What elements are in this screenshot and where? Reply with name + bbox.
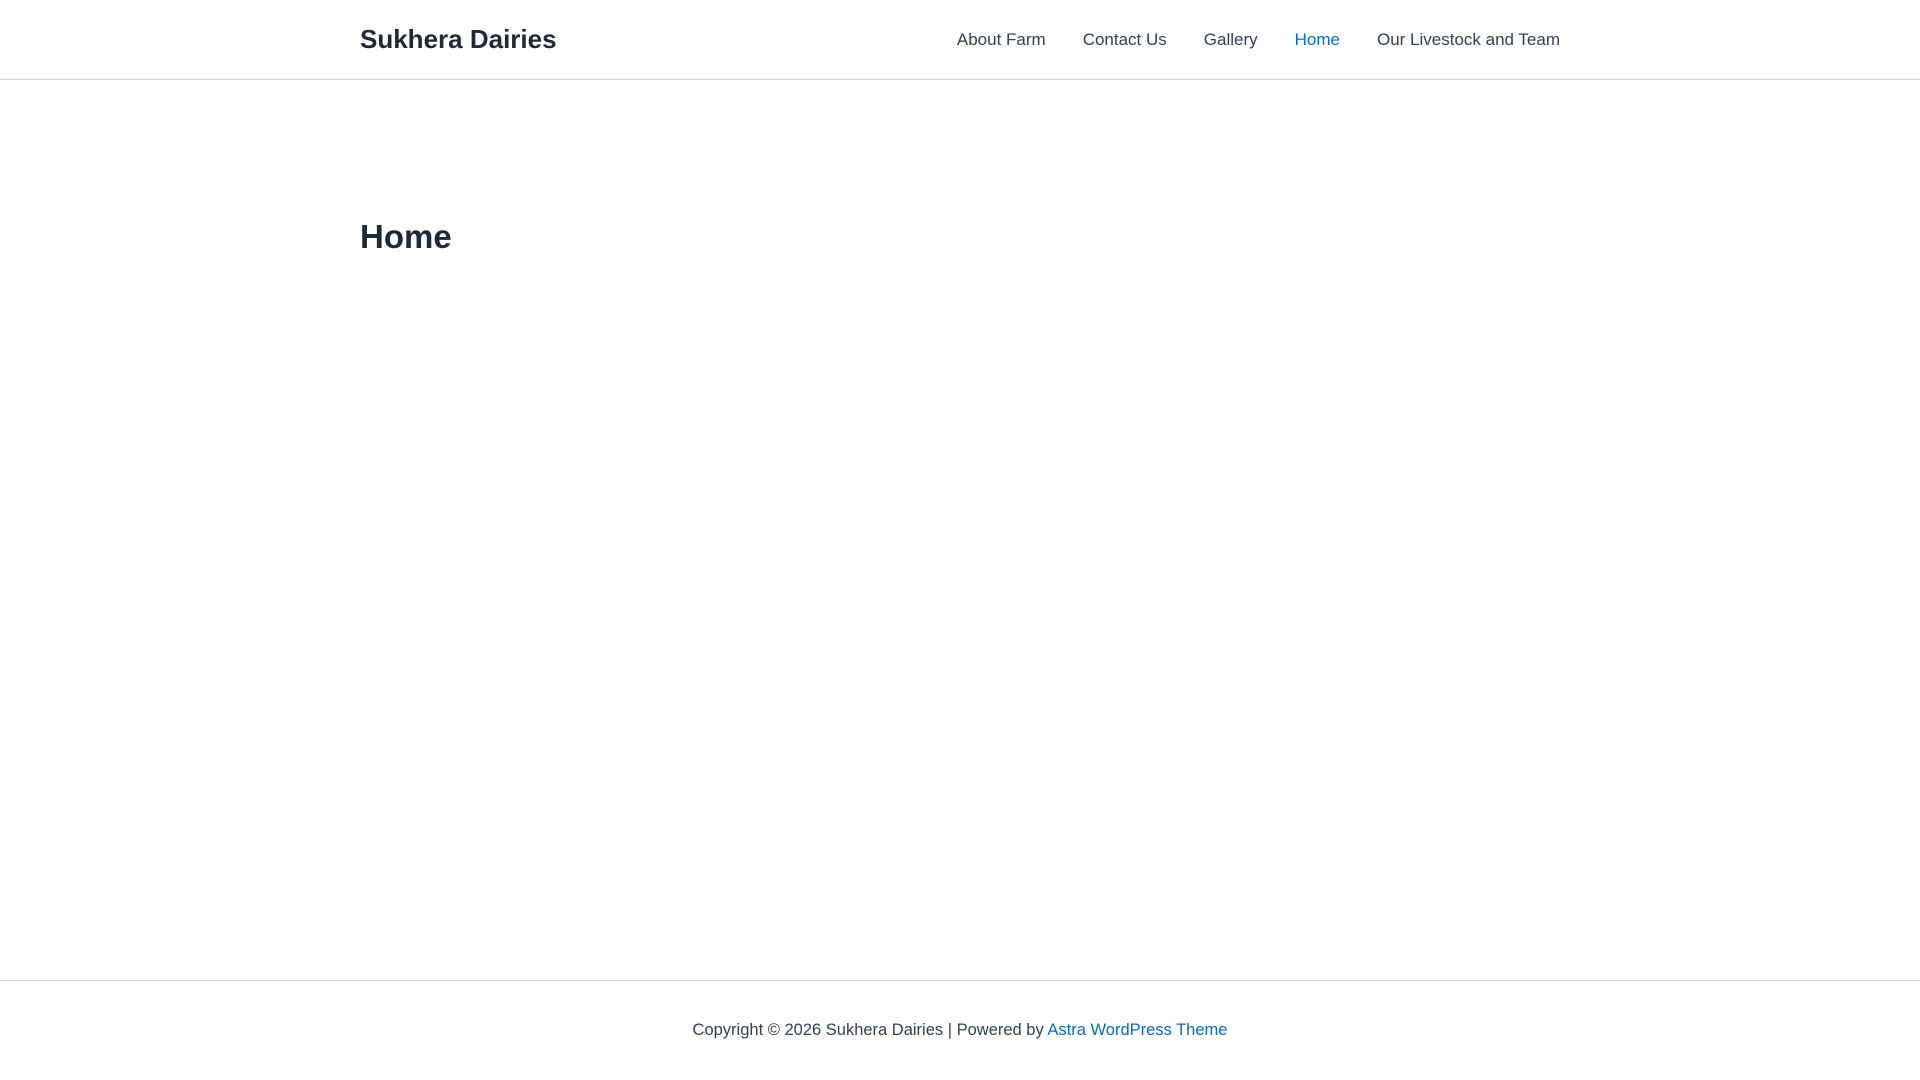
nav-contact-us[interactable]: Contact Us — [1083, 30, 1167, 50]
site-title-link[interactable]: Sukhera Dairies — [360, 0, 557, 79]
nav-gallery[interactable]: Gallery — [1204, 30, 1258, 50]
nav-home[interactable]: Home — [1295, 30, 1340, 50]
copyright-text: Copyright © 2026 Sukhera Dairies | Power… — [692, 1021, 1048, 1039]
nav-about-farm[interactable]: About Farm — [957, 30, 1046, 50]
primary-nav: About Farm Contact Us Gallery Home Our L… — [920, 0, 1560, 79]
nav-our-livestock-and-team[interactable]: Our Livestock and Team — [1377, 30, 1560, 50]
main-content: Home — [0, 80, 1920, 980]
page-title: Home — [360, 218, 452, 255]
site-footer: Copyright © 2026 Sukhera Dairies | Power… — [0, 980, 1920, 1080]
site-header: Sukhera Dairies About Farm Contact Us Ga… — [0, 0, 1920, 80]
astra-theme-link[interactable]: Astra WordPress Theme — [1047, 1021, 1227, 1039]
